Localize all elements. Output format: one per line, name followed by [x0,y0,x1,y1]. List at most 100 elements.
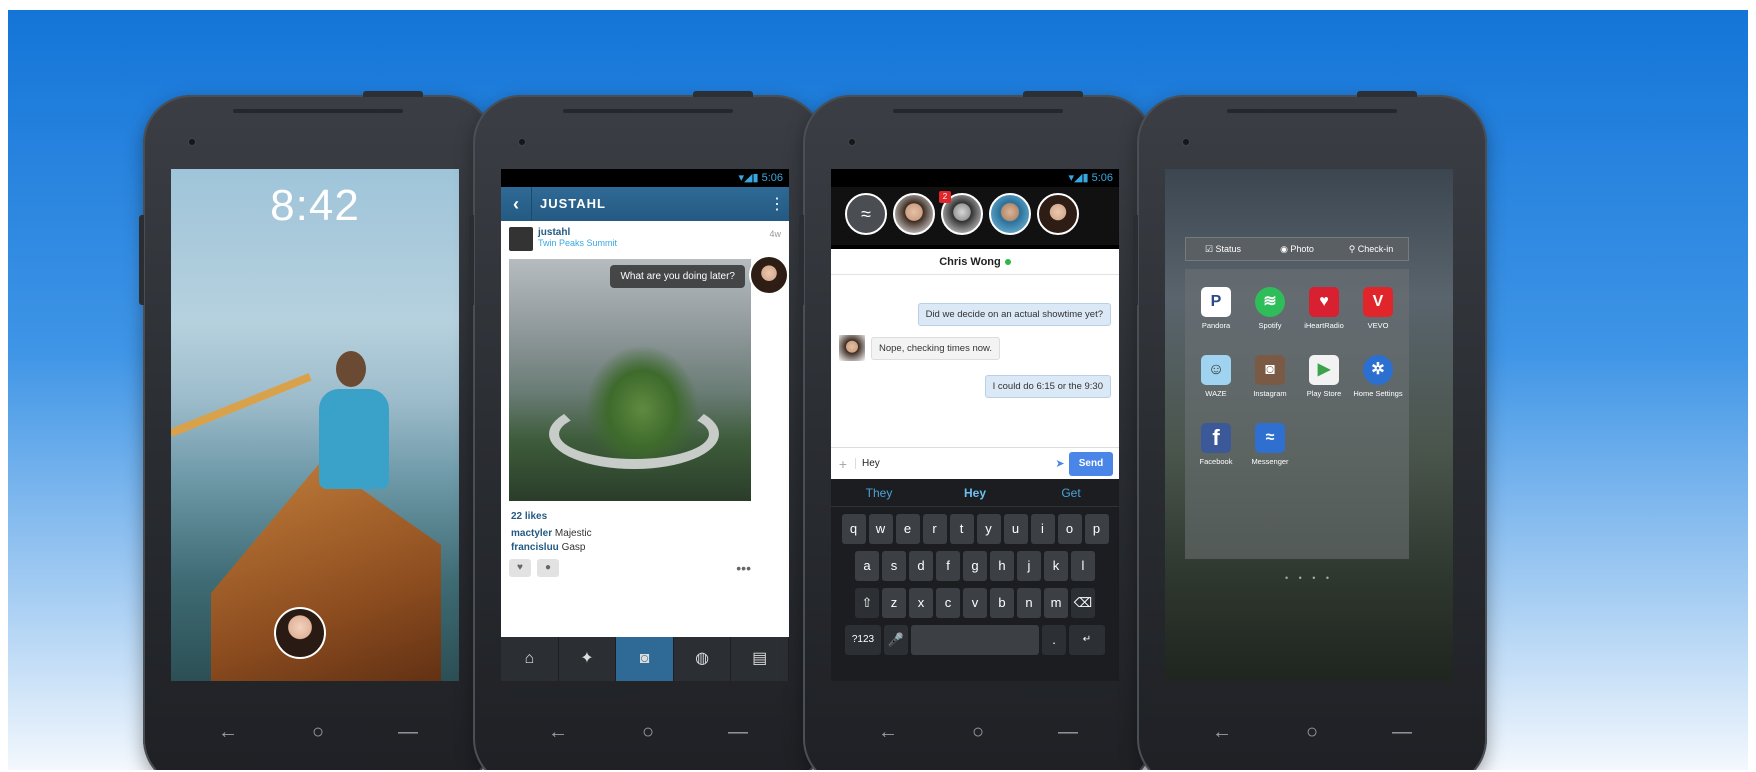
back-icon[interactable]: ‹ [501,194,531,215]
backspace-key[interactable]: ⌫ [1071,588,1095,618]
key[interactable]: a [855,551,879,581]
app-home-settings[interactable]: ✲ Home Settings [1353,355,1403,398]
online-indicator [1004,259,1011,266]
home-key[interactable]: ○ [303,721,333,744]
key[interactable]: n [1017,588,1041,618]
messenger-icon[interactable]: ≈ [845,193,887,235]
app-spotify[interactable]: ≋ Spotify [1245,287,1295,330]
home-key[interactable]: ○ [1297,721,1327,744]
enter-key[interactable]: ↵ [1069,625,1105,655]
author-username[interactable]: justahl [538,227,617,238]
status-action[interactable]: ☑ Status [1186,238,1260,260]
tab-camera[interactable]: ◙ [616,637,674,681]
app-facebook[interactable]: f Facebook [1191,423,1241,466]
shift-key[interactable]: ⇧ [855,588,879,618]
key[interactable]: v [963,588,987,618]
menu-key[interactable]: — [1053,721,1083,744]
app-vevo[interactable]: V VEVO [1353,287,1403,330]
back-key[interactable]: ← [543,721,573,744]
marketing-banner: 8:42 ← ○ — ▾◢▮ 5:06 ‹ JUSTAHL ⋮ justahl … [8,10,1748,770]
likes-count[interactable]: 22 likes [511,511,547,522]
comment-button[interactable]: ● [537,559,559,577]
app-messenger[interactable]: ≈ Messenger [1245,423,1295,466]
app-label: Instagram [1253,389,1287,398]
chat-head-active[interactable] [1037,193,1079,235]
menu-key[interactable]: — [393,721,423,744]
key[interactable]: r [922,514,947,544]
home-key[interactable]: ○ [633,721,663,744]
app-label: iHeartRadio [1304,321,1344,330]
key[interactable]: z [882,588,906,618]
message-input[interactable]: Hey [855,458,1051,469]
checkin-action[interactable]: ⚲ Check-in [1334,238,1408,260]
key[interactable]: t [949,514,974,544]
overflow-menu-icon[interactable]: ⋮ [765,194,789,214]
spotify-icon: ≋ [1255,287,1285,317]
waze-icon: ☺ [1201,355,1231,385]
suggestion[interactable]: They [831,486,927,500]
app-instagram[interactable]: ◙ Instagram [1245,355,1295,398]
key[interactable]: g [963,551,987,581]
back-key[interactable]: ← [873,721,903,744]
key[interactable]: w [868,514,893,544]
keyboard-row-1: q w e r t y u i o p [831,514,1119,544]
key[interactable]: u [1003,514,1028,544]
chat-head[interactable] [893,193,935,235]
key[interactable]: j [1017,551,1041,581]
send-button[interactable]: Send [1069,451,1113,476]
key[interactable]: k [1044,551,1068,581]
key[interactable]: y [976,514,1001,544]
photo-action[interactable]: ◉ Photo [1260,238,1334,260]
app-pandora[interactable]: P Pandora [1191,287,1241,330]
symbols-key[interactable]: ?123 [845,625,881,655]
key[interactable]: o [1057,514,1082,544]
tab-explore[interactable]: ✦ [559,637,617,681]
app-play-store[interactable]: ▶ Play Store [1299,355,1349,398]
key[interactable]: c [936,588,960,618]
tab-home[interactable]: ⌂ [501,637,559,681]
tab-profile[interactable]: ▤ [731,637,789,681]
key[interactable]: i [1030,514,1055,544]
chat-head[interactable]: 2 [939,191,983,235]
app-iheartradio[interactable]: ♥ iHeartRadio [1299,287,1349,330]
app-waze[interactable]: ☺ WAZE [1191,355,1241,398]
tab-activity[interactable]: ◍ [674,637,732,681]
post-location[interactable]: Twin Peaks Summit [538,238,617,248]
key[interactable]: f [936,551,960,581]
suggestion[interactable]: Get [1023,486,1119,500]
key[interactable]: x [909,588,933,618]
key[interactable]: m [1044,588,1068,618]
back-key[interactable]: ← [1207,721,1237,744]
more-options-icon[interactable]: ••• [736,560,751,576]
status-bar: ▾◢▮ 5:06 [831,169,1119,187]
location-icon[interactable]: ➤ [1051,457,1069,470]
home-key[interactable]: ○ [963,721,993,744]
like-button[interactable]: ♥ [509,559,531,577]
key[interactable]: p [1084,514,1109,544]
key[interactable]: e [895,514,920,544]
post-author[interactable]: justahl Twin Peaks Summit [509,227,617,251]
key[interactable]: b [990,588,1014,618]
suggestion-primary[interactable]: Hey [927,486,1023,500]
compose-bar: + Hey ➤ Send [831,447,1119,479]
period-key[interactable]: . [1042,625,1066,655]
menu-key[interactable]: — [723,721,753,744]
author-avatar [509,227,533,251]
key[interactable]: q [841,514,866,544]
chat-head-bubble[interactable]: What are you doing later? [610,265,745,288]
key[interactable]: h [990,551,1014,581]
chat-head-avatar[interactable] [274,607,326,659]
chat-head-avatar[interactable] [749,255,789,295]
key[interactable]: d [909,551,933,581]
chat-head[interactable] [989,193,1031,235]
add-attachment-icon[interactable]: + [831,456,855,472]
key[interactable]: l [1071,551,1095,581]
back-key[interactable]: ← [213,721,243,744]
post-photo[interactable] [509,259,751,501]
comment-user[interactable]: mactyler [511,528,552,539]
microphone-icon[interactable]: 🎤 [884,625,908,655]
menu-key[interactable]: — [1387,721,1417,744]
space-key[interactable] [911,625,1039,655]
key[interactable]: s [882,551,906,581]
comment-user[interactable]: francisluu [511,542,559,553]
